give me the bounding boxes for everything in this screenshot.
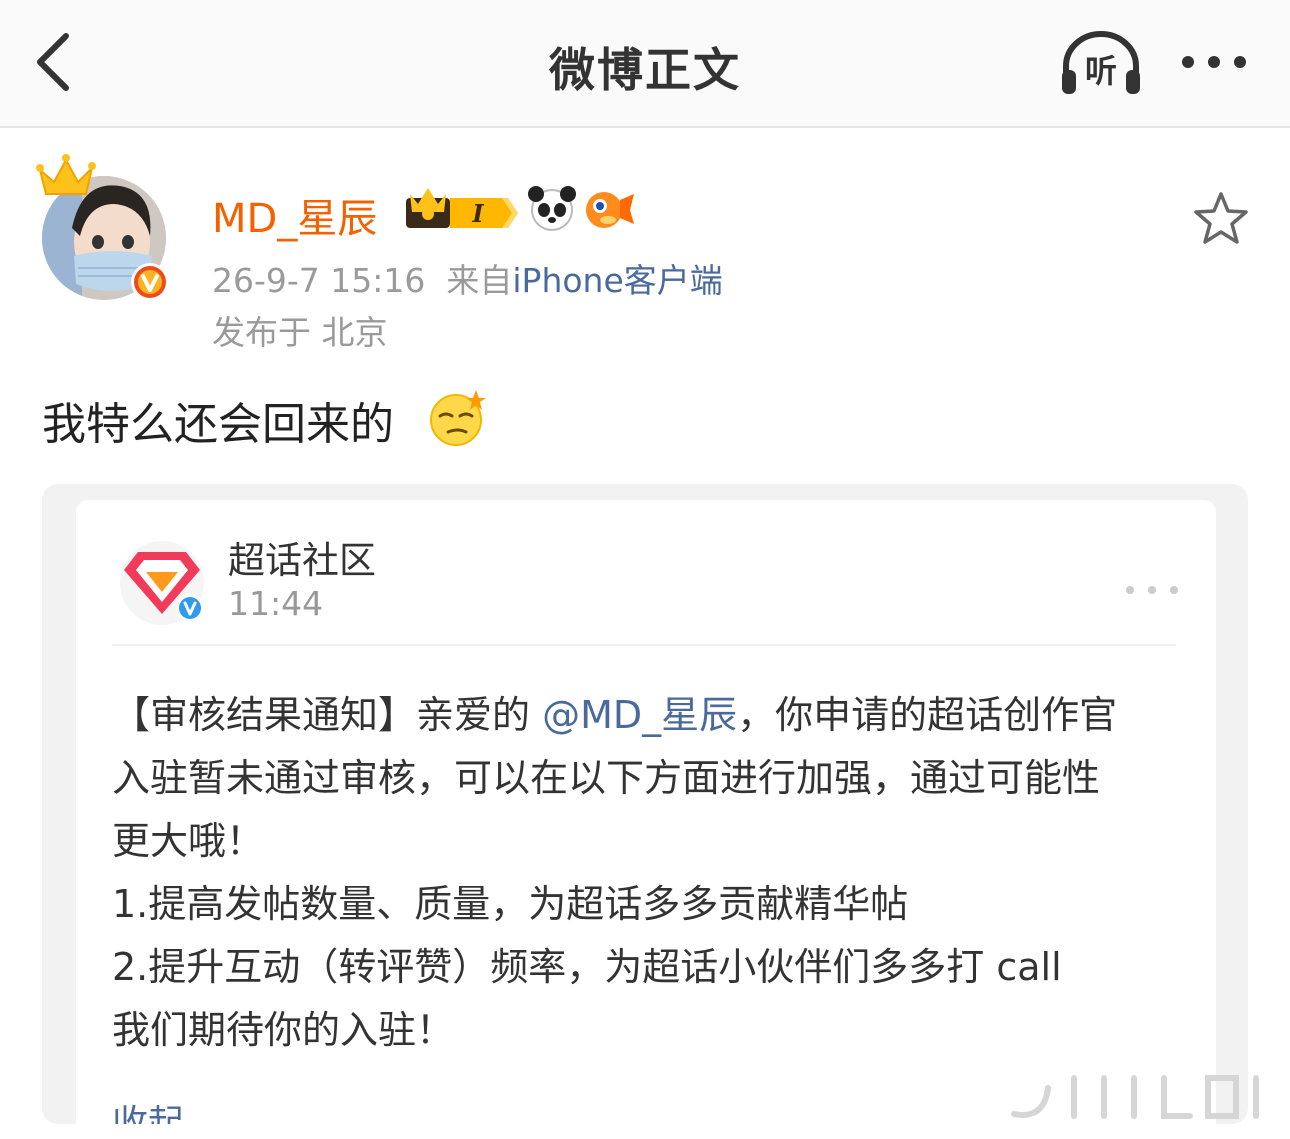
body-line: 入驻暂未通过审核，可以在以下方面进行加强，通过可能性 — [112, 756, 1101, 800]
mention-link[interactable]: @MD_星辰 — [542, 693, 737, 737]
member-level: I — [471, 199, 484, 228]
body-line: 1.提高发帖数量、质量，为超话多多贡献精华帖 — [112, 882, 909, 926]
post-source[interactable]: iPhone客户端 — [512, 261, 722, 300]
emoji-smirk-icon — [430, 390, 486, 446]
body-line: 我们期待你的入驻！ — [112, 1008, 455, 1052]
post-meta: 26-9-7 15:16 来自iPhone客户端 — [212, 254, 723, 302]
user-badges: I — [406, 186, 634, 231]
body-line: 2.提升互动（转评赞）频率，为超话小伙伴们多多打 call — [112, 945, 1062, 989]
top-nav-bar: 微博正文 听 — [0, 0, 1290, 128]
supertopic-logo-icon[interactable] — [112, 540, 212, 626]
more-icon[interactable] — [1176, 40, 1252, 84]
post-location: 发布于 北京 — [212, 313, 388, 352]
quoted-post-card[interactable]: 超话社区 11:44 【审核结果通知】亲爱的 @MD_星辰，你申请的超话创作官 … — [76, 500, 1216, 1124]
author-name[interactable]: MD_星辰 — [212, 186, 377, 244]
verified-icon — [131, 263, 169, 301]
watermark-logo — [1011, 1075, 1259, 1119]
listen-label: 听 — [1085, 52, 1117, 90]
more-dots-icon[interactable] — [1124, 580, 1180, 600]
crown-icon — [36, 154, 96, 195]
body-text: ，你申请的超话创作官 — [737, 693, 1118, 737]
post-time: 26-9-7 15:16 — [212, 261, 426, 300]
post-text: 我特么还会回来的 — [42, 399, 394, 450]
author-avatar-group — [34, 148, 174, 308]
pufferfish-icon — [586, 192, 634, 228]
listen-icon[interactable]: 听 — [1058, 30, 1144, 96]
quoted-author-name[interactable]: 超话社区 — [228, 530, 376, 584]
member-crown-badge-icon: I — [406, 188, 518, 228]
quoted-post-body: 【审核结果通知】亲爱的 @MD_星辰，你申请的超话创作官 入驻暂未通过审核，可以… — [112, 684, 1182, 1062]
body-line: 【审核结果通知】亲爱的 @MD_星辰，你申请的超话创作官 — [112, 684, 1182, 747]
source-prefix: 来自 — [446, 261, 513, 300]
star-icon[interactable] — [1192, 190, 1250, 246]
quoted-post-container: 超话社区 11:44 【审核结果通知】亲爱的 @MD_星辰，你申请的超话创作官 … — [42, 484, 1248, 1124]
collapse-link[interactable]: 收起 — [112, 1094, 184, 1124]
body-line: 更大哦！ — [112, 819, 265, 863]
quoted-post-time: 11:44 — [228, 584, 324, 623]
divider — [112, 644, 1176, 646]
body-text: 【审核结果通知】亲爱的 — [112, 693, 543, 737]
panda-icon — [528, 186, 576, 231]
